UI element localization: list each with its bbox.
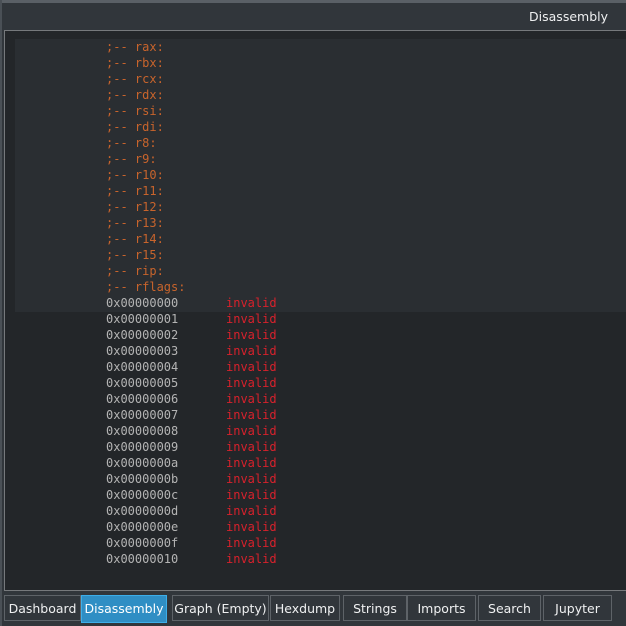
instruction-opcode: invalid — [226, 440, 277, 454]
instruction-opcode: invalid — [226, 520, 277, 534]
instruction-opcode: invalid — [226, 488, 277, 502]
flag-line[interactable]: ;-- rcx: — [15, 71, 626, 87]
register-flag-label: ;-- rdi: — [106, 120, 164, 134]
tab-strings[interactable]: Strings — [343, 595, 407, 621]
instruction-line[interactable]: 0x00000004 invalid — [15, 359, 626, 375]
register-flag-label: ;-- r8: — [106, 136, 157, 150]
flag-line[interactable]: ;-- r9: — [15, 151, 626, 167]
register-flag-label: ;-- rip: — [106, 264, 164, 278]
instruction-line[interactable]: 0x00000008 invalid — [15, 423, 626, 439]
tab-dashboard[interactable]: Dashboard — [4, 595, 81, 621]
instruction-address: 0x00000008 — [106, 424, 179, 438]
tab-imports[interactable]: Imports — [407, 595, 476, 621]
flag-line[interactable]: ;-- rax: — [15, 39, 626, 55]
flag-line[interactable]: ;-- r10: — [15, 167, 626, 183]
instruction-opcode: invalid — [226, 392, 277, 406]
tab-graph[interactable]: Graph (Empty) — [172, 595, 269, 621]
register-flag-label: ;-- rcx: — [106, 72, 164, 86]
tab-bar: Dashboard Disassembly Graph (Empty) Hexdump… — [2, 593, 626, 626]
register-flag-label: ;-- r14: — [106, 232, 164, 246]
instruction-line[interactable]: 0x00000007 invalid — [15, 407, 626, 423]
instruction-opcode: invalid — [226, 360, 277, 374]
window-left-border — [0, 0, 2, 626]
instruction-line[interactable]: 0x0000000c invalid — [15, 487, 626, 503]
instruction-address: 0x00000005 — [106, 376, 179, 390]
instruction-address: 0x00000002 — [106, 328, 179, 342]
register-flag-label: ;-- r11: — [106, 184, 164, 198]
register-flag-label: ;-- rax: — [106, 40, 164, 54]
instruction-address: 0x0000000a — [106, 456, 179, 470]
instruction-opcode: invalid — [226, 344, 277, 358]
instruction-line[interactable]: 0x0000000b invalid — [15, 471, 626, 487]
instruction-opcode: invalid — [226, 552, 277, 566]
instruction-opcode: invalid — [226, 408, 277, 422]
instruction-address: 0x0000000e — [106, 520, 179, 534]
instruction-address: 0x00000001 — [106, 312, 179, 326]
instruction-address: 0x00000009 — [106, 440, 179, 454]
flag-line[interactable]: ;-- r15: — [15, 247, 626, 263]
instruction-address: 0x00000000 — [106, 296, 179, 310]
instruction-line[interactable]: 0x00000006 invalid — [15, 391, 626, 407]
instruction-line[interactable]: 0x00000000 invalid — [15, 295, 626, 311]
instruction-line[interactable]: 0x0000000e invalid — [15, 519, 626, 535]
instruction-address: 0x00000006 — [106, 392, 179, 406]
instruction-line[interactable]: 0x00000005 invalid — [15, 375, 626, 391]
register-flag-label: ;-- rdx: — [106, 88, 164, 102]
instruction-opcode: invalid — [226, 456, 277, 470]
flag-line[interactable]: ;-- rip: — [15, 263, 626, 279]
flag-line[interactable]: ;-- rbx: — [15, 55, 626, 71]
flag-line[interactable]: ;-- r12: — [15, 199, 626, 215]
disassembly-view[interactable]: ;-- rax: ;-- rbx: ;-- rcx: ;-- rdx: ;-- rsi:… — [15, 39, 626, 586]
instruction-opcode: invalid — [226, 504, 277, 518]
instruction-line[interactable]: 0x00000009 invalid — [15, 439, 626, 455]
flag-line[interactable]: ;-- rdx: — [15, 87, 626, 103]
instruction-opcode: invalid — [226, 424, 277, 438]
app-window: Disassembly ;-- rax: ;-- rbx: ;-- rcx: ;-- … — [0, 0, 626, 626]
register-flag-label: ;-- r10: — [106, 168, 164, 182]
instruction-address: 0x0000000f — [106, 536, 179, 550]
register-flag-label: ;-- rflags: — [106, 280, 186, 294]
instruction-opcode: invalid — [226, 536, 277, 550]
instruction-line[interactable]: 0x00000010 invalid — [15, 551, 626, 567]
tab-disassembly[interactable]: Disassembly — [81, 595, 167, 623]
instruction-line[interactable]: 0x00000001 invalid — [15, 311, 626, 327]
register-flag-label: ;-- r13: — [106, 216, 164, 230]
instruction-line[interactable]: 0x00000003 invalid — [15, 343, 626, 359]
flag-line[interactable]: ;-- rsi: — [15, 103, 626, 119]
flag-line[interactable]: ;-- r13: — [15, 215, 626, 231]
tab-jupyter[interactable]: Jupyter — [543, 595, 612, 621]
flag-line[interactable]: ;-- rdi: — [15, 119, 626, 135]
instruction-line[interactable]: 0x0000000f invalid — [15, 535, 626, 551]
instruction-opcode: invalid — [226, 296, 277, 310]
instruction-opcode: invalid — [226, 472, 277, 486]
flag-line[interactable]: ;-- r8: — [15, 135, 626, 151]
instruction-opcode: invalid — [226, 328, 277, 342]
flag-line[interactable]: ;-- r14: — [15, 231, 626, 247]
tab-hexdump[interactable]: Hexdump — [270, 595, 340, 621]
register-flag-label: ;-- r15: — [106, 248, 164, 262]
register-flag-label: ;-- rbx: — [106, 56, 164, 70]
disassembly-panel[interactable]: ;-- rax: ;-- rbx: ;-- rcx: ;-- rdx: ;-- rsi:… — [4, 30, 626, 591]
instruction-address: 0x00000007 — [106, 408, 179, 422]
register-flag-label: ;-- r9: — [106, 152, 157, 166]
instruction-line[interactable]: 0x0000000d invalid — [15, 503, 626, 519]
instruction-address: 0x00000010 — [106, 552, 179, 566]
instruction-address: 0x00000003 — [106, 344, 179, 358]
instruction-address: 0x0000000c — [106, 488, 179, 502]
tab-search[interactable]: Search — [478, 595, 541, 621]
instruction-address: 0x0000000b — [106, 472, 179, 486]
instruction-line[interactable]: 0x0000000a invalid — [15, 455, 626, 471]
instruction-opcode: invalid — [226, 376, 277, 390]
flag-line[interactable]: ;-- r11: — [15, 183, 626, 199]
instruction-address: 0x00000004 — [106, 360, 179, 374]
flag-line[interactable]: ;-- rflags: — [15, 279, 626, 295]
register-flag-label: ;-- rsi: — [106, 104, 164, 118]
instruction-line[interactable]: 0x00000002 invalid — [15, 327, 626, 343]
instruction-address: 0x0000000d — [106, 504, 179, 518]
dock-titlebar[interactable]: Disassembly — [2, 3, 626, 30]
dock-title: Disassembly — [529, 9, 608, 24]
register-flag-label: ;-- r12: — [106, 200, 164, 214]
instruction-opcode: invalid — [226, 312, 277, 326]
